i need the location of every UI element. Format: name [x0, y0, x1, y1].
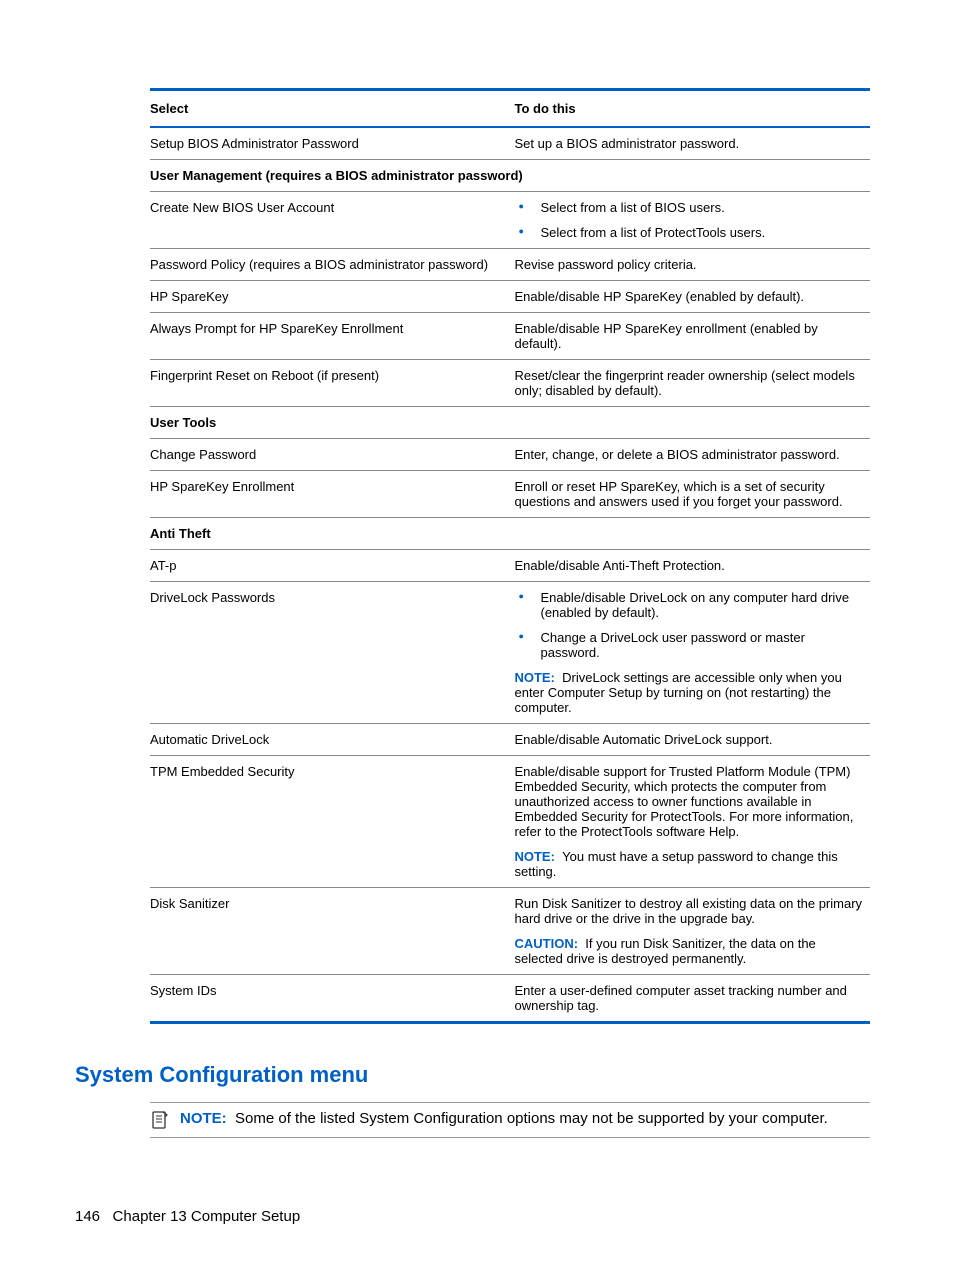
page-number: 146: [75, 1208, 100, 1225]
cell-select: Disk Sanitizer: [150, 888, 514, 974]
table-row: Change Password Enter, change, or delete…: [150, 439, 870, 470]
cell-select: Always Prompt for HP SpareKey Enrollment: [150, 313, 514, 359]
table-section-row: User Tools: [150, 407, 870, 438]
table-row: Disk Sanitizer Run Disk Sanitizer to des…: [150, 888, 870, 974]
cell-select: Change Password: [150, 439, 514, 470]
table-row: Setup BIOS Administrator Password Set up…: [150, 128, 870, 159]
cell-select: Automatic DriveLock: [150, 724, 514, 755]
cell-select: Password Policy (requires a BIOS adminis…: [150, 249, 514, 280]
note-label: NOTE:: [514, 670, 554, 685]
cell-select: DriveLock Passwords: [150, 582, 514, 723]
cell-select: HP SpareKey Enrollment: [150, 471, 514, 517]
disk-san-text: Run Disk Sanitizer to destroy all existi…: [514, 896, 864, 926]
heading-system-configuration: System Configuration menu: [75, 1062, 879, 1088]
table-row: Password Policy (requires a BIOS adminis…: [150, 249, 870, 280]
table-row: HP SpareKey Enrollment Enroll or reset H…: [150, 471, 870, 517]
cell-select: Setup BIOS Administrator Password: [150, 128, 514, 159]
note-text: You must have a setup password to change…: [514, 849, 837, 879]
cell-todo: Enable/disable HP SpareKey (enabled by d…: [514, 281, 870, 312]
table-row: HP SpareKey Enable/disable HP SpareKey (…: [150, 281, 870, 312]
cell-todo: Enable/disable Anti-Theft Protection.: [514, 550, 870, 581]
page-footer: 146 Chapter 13 Computer Setup: [75, 1208, 300, 1225]
table-row: System IDs Enter a user-defined computer…: [150, 975, 870, 1021]
cell-select: Create New BIOS User Account: [150, 192, 514, 248]
table-header-row: Select To do this: [150, 91, 870, 126]
list-item: Select from a list of BIOS users.: [514, 200, 864, 215]
tpm-text: Enable/disable support for Trusted Platf…: [514, 764, 864, 839]
table-row: Create New BIOS User Account Select from…: [150, 192, 870, 248]
cell-todo: Enable/disable DriveLock on any computer…: [514, 582, 870, 723]
note-text: Some of the listed System Configuration …: [235, 1110, 828, 1127]
note-icon: [150, 1110, 170, 1130]
header-todo: To do this: [514, 91, 870, 126]
chapter-title: Chapter 13 Computer Setup: [113, 1208, 301, 1225]
cell-todo: Set up a BIOS administrator password.: [514, 128, 870, 159]
cell-todo: Enter, change, or delete a BIOS administ…: [514, 439, 870, 470]
section-anti-theft: Anti Theft: [150, 518, 870, 549]
note-label: NOTE:: [514, 849, 554, 864]
table-row: Automatic DriveLock Enable/disable Autom…: [150, 724, 870, 755]
table-row: Fingerprint Reset on Reboot (if present)…: [150, 360, 870, 406]
table-section-row: User Management (requires a BIOS adminis…: [150, 160, 870, 191]
cell-todo: Revise password policy criteria.: [514, 249, 870, 280]
table-row: Always Prompt for HP SpareKey Enrollment…: [150, 313, 870, 359]
table-row: DriveLock Passwords Enable/disable Drive…: [150, 582, 870, 723]
cell-todo: Enable/disable HP SpareKey enrollment (e…: [514, 313, 870, 359]
cell-select: AT-p: [150, 550, 514, 581]
list-item: Select from a list of ProtectTools users…: [514, 225, 864, 240]
list-item: Enable/disable DriveLock on any computer…: [514, 590, 864, 620]
cell-select: TPM Embedded Security: [150, 756, 514, 887]
cell-todo: Enable/disable support for Trusted Platf…: [514, 756, 870, 887]
cell-todo: Select from a list of BIOS users. Select…: [514, 192, 870, 248]
cell-select: HP SpareKey: [150, 281, 514, 312]
section-user-management: User Management (requires a BIOS adminis…: [150, 160, 870, 191]
cell-select: System IDs: [150, 975, 514, 1021]
note-label: NOTE:: [180, 1110, 227, 1127]
table-row: TPM Embedded Security Enable/disable sup…: [150, 756, 870, 887]
cell-todo: Reset/clear the fingerprint reader owner…: [514, 360, 870, 406]
cell-todo: Enter a user-defined computer asset trac…: [514, 975, 870, 1021]
section-user-tools: User Tools: [150, 407, 870, 438]
cell-todo: Enable/disable Automatic DriveLock suppo…: [514, 724, 870, 755]
cell-todo: Enroll or reset HP SpareKey, which is a …: [514, 471, 870, 517]
cell-select: Fingerprint Reset on Reboot (if present): [150, 360, 514, 406]
table-section-row: Anti Theft: [150, 518, 870, 549]
table-row: AT-p Enable/disable Anti-Theft Protectio…: [150, 550, 870, 581]
caution-label: CAUTION:: [514, 936, 578, 951]
security-table: Select To do this Setup BIOS Administrat…: [150, 88, 870, 1024]
cell-todo: Run Disk Sanitizer to destroy all existi…: [514, 888, 870, 974]
page: Select To do this Setup BIOS Administrat…: [0, 0, 954, 1270]
note-text: DriveLock settings are accessible only w…: [514, 670, 841, 715]
list-item: Change a DriveLock user password or mast…: [514, 630, 864, 660]
header-select: Select: [150, 91, 514, 126]
page-note: NOTE: Some of the listed System Configur…: [150, 1102, 870, 1138]
